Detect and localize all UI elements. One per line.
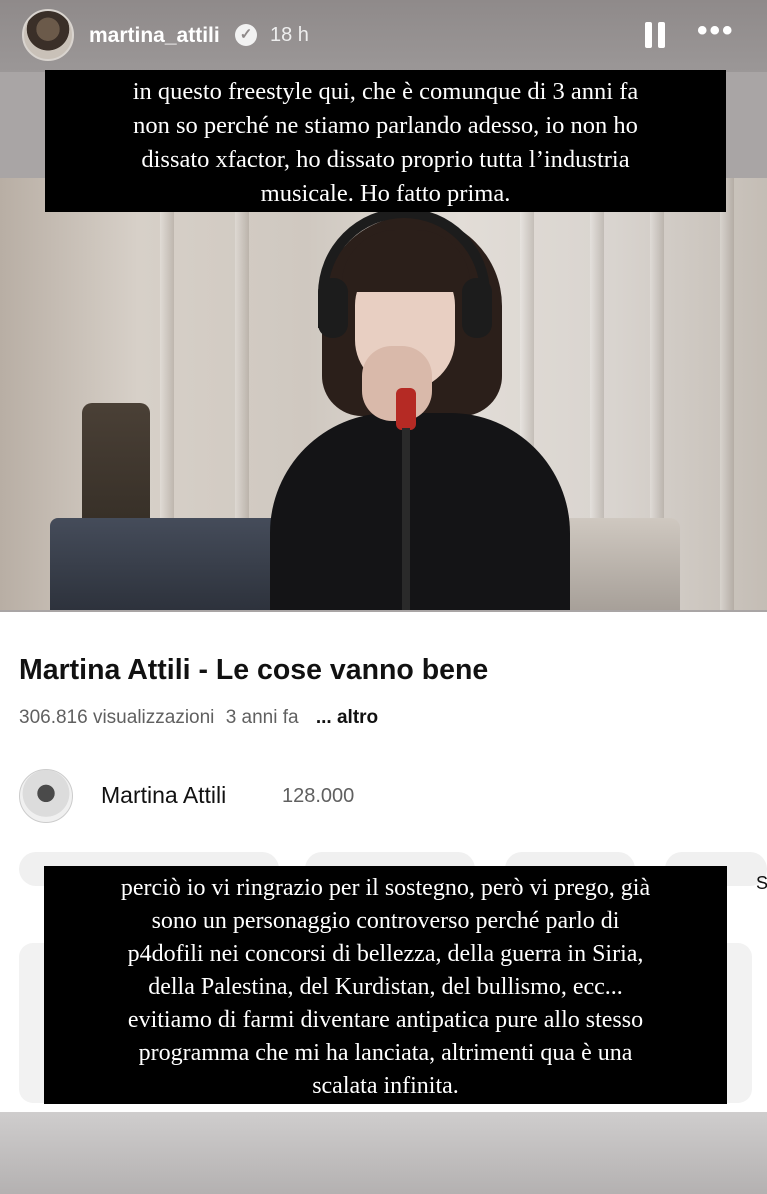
video-age: 3 anni fa — [225, 707, 299, 728]
caption-line: musicale. Ho fatto prima. — [260, 180, 511, 207]
caption-bottom: perciò io vi ringrazio per il sostegno, … — [44, 866, 727, 1104]
channel-avatar[interactable] — [19, 769, 73, 823]
armchair — [560, 518, 680, 610]
caption-line: dissato xfactor, ho dissato proprio tutt… — [141, 146, 630, 173]
video-title: Martina Attili - Le cose vanno bene — [19, 654, 489, 686]
username[interactable]: martina_attili — [89, 24, 220, 48]
microphone-stand — [402, 428, 410, 610]
microphone-icon — [396, 388, 416, 430]
view-count: 306.816 visualizzazioni — [19, 707, 215, 728]
partial-chip-label[interactable]: Sca — [756, 873, 767, 894]
caption-line: sono un personaggio controverso perché p… — [151, 908, 620, 934]
caption-line: in questo freestyle qui, che è comunque … — [132, 78, 639, 105]
more-link[interactable]: ... altro — [316, 707, 378, 728]
caption-top: in questo freestyle qui, che è comunque … — [45, 70, 726, 212]
more-options-icon[interactable]: ••• — [697, 14, 735, 48]
caption-line: della Palestina, del Kurdistan, del bull… — [148, 974, 623, 1000]
verified-badge-icon: ✓ — [235, 24, 257, 46]
caption-line: programma che mi ha lanciata, altrimenti… — [138, 1040, 633, 1066]
profile-avatar[interactable] — [22, 9, 74, 61]
caption-line: evitiamo di farmi diventare antipatica p… — [127, 1007, 644, 1033]
caption-line: perciò io vi ringrazio per il sostegno, … — [120, 875, 651, 901]
pause-icon[interactable] — [645, 22, 667, 48]
caption-line: non so perché ne stiamo parlando adesso,… — [133, 112, 638, 139]
caption-line: scalata infinita. — [312, 1073, 459, 1099]
video-meta: 306.816 visualizzazioni 3 anni fa ... al… — [19, 707, 384, 729]
person — [270, 413, 570, 610]
channel-name[interactable]: Martina Attili — [101, 782, 226, 809]
subscriber-count: 128.000 — [282, 785, 355, 807]
caption-line: p4dofili nei concorsi di bellezza, della… — [127, 941, 644, 967]
story-footer — [0, 1112, 767, 1194]
headphone-left — [318, 278, 348, 338]
post-time: 18 h — [270, 24, 309, 46]
video-still — [0, 178, 767, 610]
headphone-right — [462, 278, 492, 338]
story-header: martina_attili ✓ 18 h ••• — [0, 0, 767, 72]
